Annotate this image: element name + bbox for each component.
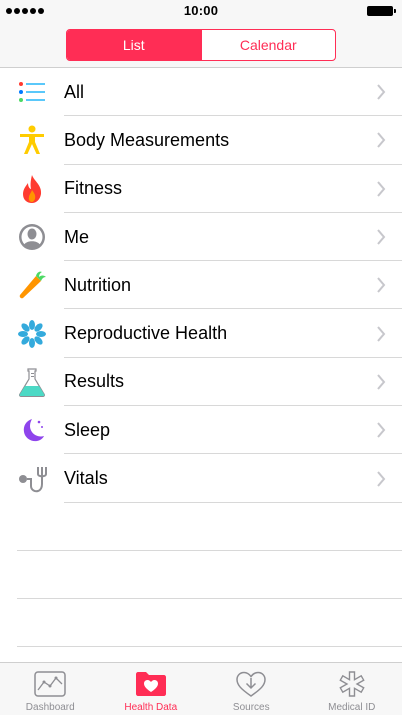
stethoscope-icon [17,464,47,494]
status-time: 10:00 [183,3,219,18]
tab-label: Health Data [124,702,178,713]
health-category-list: All Body Measurements Fitness Me Nutriti… [0,68,402,503]
status-bar: 10:00 [0,0,402,22]
tab-label: Medical ID [328,702,376,713]
category-label: Results [64,371,125,392]
tab-label: Sources [232,702,270,713]
category-row-body-measurements[interactable]: Body Measurements [0,116,402,165]
dashboard-icon [33,669,67,699]
category-label: Sleep [64,419,111,440]
view-segmented-control: List Calendar [66,29,336,61]
category-label: Me [64,226,90,247]
person-icon [17,222,47,252]
tab-sources[interactable]: Sources [201,663,302,715]
empty-row-divider [0,503,402,551]
category-row-me[interactable]: Me [0,213,402,262]
chevron-right-icon [377,277,386,293]
category-label: All [64,81,85,102]
category-label: Fitness [64,178,123,199]
medical-id-icon [335,669,369,699]
navigation-header: List Calendar [0,22,402,68]
chevron-right-icon [377,374,386,390]
sources-icon [234,669,268,699]
chevron-right-icon [377,84,386,100]
category-row-sleep[interactable]: Sleep [0,406,402,455]
category-row-results[interactable]: Results [0,358,402,407]
segment-calendar[interactable]: Calendar [200,30,336,60]
moon-icon [17,415,47,445]
chevron-right-icon [377,181,386,197]
body-figure-icon [17,125,47,155]
category-row-reproductive-health[interactable]: Reproductive Health [0,309,402,359]
segment-list[interactable]: List [67,30,201,60]
tab-dashboard[interactable]: Dashboard [0,663,101,715]
chevron-right-icon [377,132,386,149]
tab-health-data[interactable]: Health Data [101,663,202,715]
health-data-icon [134,669,168,699]
battery-icon [367,6,396,16]
tab-bar: Dashboard Health Data Sources Medical ID [0,662,402,715]
carrot-icon [17,270,47,300]
tab-medical-id[interactable]: Medical ID [302,663,402,715]
category-label: Vitals [64,468,108,489]
chevron-right-icon [377,422,386,438]
category-label: Body Measurements [64,129,230,150]
category-row-all[interactable]: All [0,68,402,117]
chevron-right-icon [377,325,386,342]
chevron-right-icon [377,229,386,245]
flask-icon [17,367,47,397]
chevron-right-icon [377,470,386,487]
category-label: Reproductive Health [64,323,228,344]
category-row-nutrition[interactable]: Nutrition [0,261,402,310]
category-label: Nutrition [64,274,132,295]
list-icon [17,77,47,107]
flame-icon [17,174,47,204]
empty-row-divider [0,599,402,647]
category-row-vitals[interactable]: Vitals [0,454,402,503]
snowflake-flower-icon [17,319,47,349]
empty-list-rows [0,503,402,647]
category-row-fitness[interactable]: Fitness [0,165,402,214]
empty-row-divider [0,551,402,599]
tab-label: Dashboard [25,702,75,713]
